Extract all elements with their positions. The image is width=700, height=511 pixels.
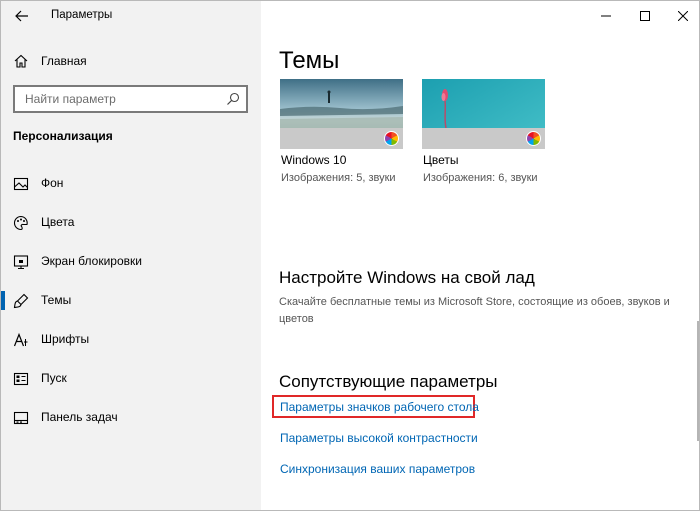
section-title: Персонализация bbox=[13, 129, 113, 143]
sidebar-nav: Фон Цвета Экран блокировки Темы Шрифты П… bbox=[1, 164, 261, 437]
sidebar-item-lock-screen[interactable]: Экран блокировки bbox=[1, 242, 261, 281]
home-icon bbox=[14, 54, 28, 68]
back-button[interactable] bbox=[11, 5, 33, 27]
settings-window: Параметры Главная Найти параметр Персона… bbox=[0, 0, 700, 511]
sidebar-item-label: Фон bbox=[41, 176, 64, 190]
theme-tile-flowers[interactable]: Цветы Изображения: 6, звуки bbox=[422, 79, 545, 184]
brush-icon bbox=[13, 293, 29, 309]
main-content: Темы Windows 10 Изображения: 5, звуки Цв… bbox=[261, 1, 699, 510]
home-nav-item[interactable]: Главная bbox=[1, 47, 261, 75]
customize-heading: Настройте Windows на свой лад bbox=[279, 268, 535, 287]
start-icon bbox=[13, 372, 29, 386]
theme-description: Изображения: 5, звуки bbox=[281, 172, 396, 184]
sidebar-item-label: Шрифты bbox=[41, 332, 90, 346]
search-input[interactable]: Найти параметр bbox=[13, 85, 248, 113]
sidebar-item-label: Экран блокировки bbox=[41, 254, 142, 268]
theme-description: Изображения: 6, звуки bbox=[423, 172, 538, 184]
close-icon bbox=[678, 11, 688, 21]
color-wheel-icon bbox=[384, 131, 399, 146]
desktop-icon-settings-link[interactable]: Параметры значков рабочего стола bbox=[280, 400, 479, 414]
high-contrast-settings-link[interactable]: Параметры высокой контрастности bbox=[280, 431, 478, 445]
minimize-icon bbox=[601, 15, 611, 17]
home-label: Главная bbox=[41, 54, 87, 68]
title-bar: Параметры bbox=[1, 1, 261, 31]
font-icon bbox=[13, 332, 28, 347]
theme-name: Цветы bbox=[423, 153, 459, 167]
related-settings-heading: Сопутствующие параметры bbox=[279, 372, 498, 391]
search-icon bbox=[227, 92, 240, 105]
sidebar-item-label: Панель задач bbox=[41, 410, 118, 424]
sidebar-item-label: Пуск bbox=[41, 371, 67, 385]
sidebar-item-fonts[interactable]: Шрифты bbox=[1, 320, 261, 359]
theme-preview-image bbox=[422, 79, 545, 149]
sync-settings-link[interactable]: Синхронизация ваших параметров bbox=[280, 462, 475, 476]
sidebar-item-label: Цвета bbox=[41, 215, 75, 229]
sidebar-item-label: Темы bbox=[41, 293, 72, 307]
sidebar-item-taskbar[interactable]: Панель задач bbox=[1, 398, 261, 437]
sidebar: Параметры Главная Найти параметр Персона… bbox=[1, 1, 261, 510]
theme-tile-windows10[interactable]: Windows 10 Изображения: 5, звуки bbox=[280, 79, 403, 184]
taskbar-icon bbox=[13, 411, 29, 425]
search-placeholder: Найти параметр bbox=[25, 92, 116, 106]
app-title: Параметры bbox=[51, 9, 113, 21]
sidebar-item-colors[interactable]: Цвета bbox=[1, 203, 261, 242]
maximize-icon bbox=[640, 11, 650, 21]
sidebar-item-start[interactable]: Пуск bbox=[1, 359, 261, 398]
palette-icon bbox=[13, 215, 28, 231]
color-wheel-icon bbox=[526, 131, 541, 146]
sidebar-item-themes[interactable]: Темы bbox=[1, 281, 261, 320]
theme-name: Windows 10 bbox=[281, 153, 347, 167]
close-button[interactable] bbox=[666, 1, 699, 31]
customize-description: Скачайте бесплатные темы из Microsoft St… bbox=[279, 296, 670, 325]
maximize-button[interactable] bbox=[628, 1, 662, 31]
lock-screen-icon bbox=[13, 255, 29, 270]
minimize-button[interactable] bbox=[589, 1, 623, 31]
picture-icon bbox=[13, 177, 29, 191]
theme-preview-image bbox=[280, 79, 403, 149]
page-title: Темы bbox=[279, 47, 340, 74]
back-arrow-icon bbox=[15, 10, 28, 22]
scrollbar[interactable] bbox=[697, 321, 699, 441]
sidebar-item-background[interactable]: Фон bbox=[1, 164, 261, 203]
